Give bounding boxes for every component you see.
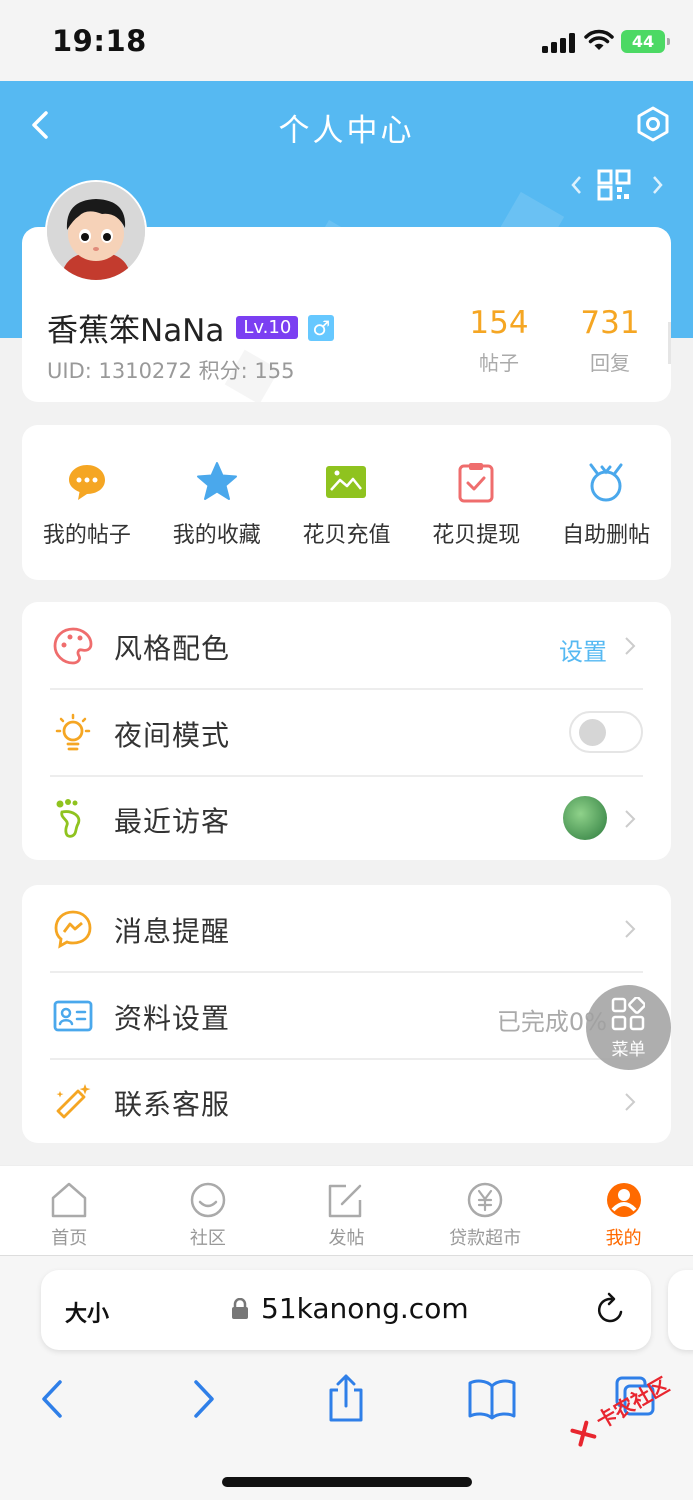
withdraw-label: 花贝提现 bbox=[432, 523, 521, 548]
posts-stat[interactable]: 154 帖子 bbox=[454, 305, 544, 376]
visitor-avatar[interactable] bbox=[563, 796, 607, 840]
alarm-icon bbox=[589, 463, 623, 502]
night-mode-toggle[interactable] bbox=[569, 711, 643, 753]
wifi-icon bbox=[584, 29, 614, 50]
uid-points: UID: 1310272 积分: 155 bbox=[47, 359, 295, 383]
magic-wand-icon bbox=[56, 1084, 91, 1119]
tab-home[interactable]: 首页 bbox=[0, 1166, 139, 1255]
replies-stat[interactable]: 731 回复 bbox=[565, 305, 655, 376]
tab-community-label: 社区 bbox=[189, 1228, 226, 1249]
bottom-tab-bar: 首页 社区 发帖 贷款超市 我的 bbox=[0, 1165, 693, 1255]
posts-label: 帖子 bbox=[479, 351, 519, 375]
tab-community[interactable]: 社区 bbox=[139, 1166, 278, 1255]
lock-icon bbox=[232, 1298, 248, 1319]
star-icon bbox=[196, 462, 237, 500]
status-bar: 19:18 44 bbox=[0, 0, 693, 81]
settings-icon[interactable] bbox=[634, 105, 672, 143]
tab-mine-label: 我的 bbox=[605, 1228, 642, 1249]
tab-post-label: 发帖 bbox=[328, 1228, 365, 1249]
messenger-icon bbox=[54, 910, 92, 949]
withdraw-button[interactable]: 花贝提现 bbox=[411, 425, 541, 580]
chevron-right-icon bbox=[625, 637, 636, 655]
user-icon bbox=[606, 1183, 641, 1217]
home-indicator bbox=[222, 1477, 472, 1487]
url-text: 51kanong.com bbox=[261, 1292, 469, 1325]
qr-code-icon[interactable] bbox=[568, 167, 668, 203]
recharge-label: 花贝充值 bbox=[302, 523, 391, 548]
my-posts-label: 我的帖子 bbox=[42, 523, 131, 548]
share-icon[interactable] bbox=[316, 1374, 376, 1424]
floating-menu-button[interactable]: 菜单 bbox=[586, 985, 671, 1070]
quick-actions: 我的帖子 我的收藏 花贝充值 花贝提现 自助删帖 bbox=[22, 425, 671, 580]
chat-bubble-icon bbox=[68, 465, 105, 500]
chevron-right-icon bbox=[625, 1093, 636, 1111]
text-size-button[interactable]: 大小 bbox=[65, 1296, 109, 1328]
my-posts-button[interactable]: 我的帖子 bbox=[22, 425, 152, 580]
edit-icon bbox=[329, 1184, 362, 1218]
replies-count: 731 bbox=[580, 305, 640, 341]
reload-icon[interactable] bbox=[595, 1292, 627, 1326]
profile-settings-row[interactable]: 资料设置 已完成0% bbox=[22, 972, 671, 1058]
signal-icon bbox=[542, 33, 576, 53]
floating-menu-label: 菜单 bbox=[611, 1040, 646, 1060]
forward-icon[interactable] bbox=[172, 1374, 232, 1424]
night-mode-label: 夜间模式 bbox=[114, 719, 231, 752]
tab-home-label: 首页 bbox=[51, 1228, 88, 1249]
id-card-icon bbox=[53, 1000, 93, 1032]
avatar-image bbox=[47, 182, 145, 280]
smile-chat-icon bbox=[190, 1182, 226, 1218]
tab-mine[interactable]: 我的 bbox=[554, 1166, 693, 1255]
clipboard-check-icon bbox=[458, 463, 494, 503]
contact-service-label: 联系客服 bbox=[114, 1088, 231, 1121]
next-tab-peek[interactable] bbox=[668, 1270, 693, 1350]
tab-loan-market[interactable]: 贷款超市 bbox=[416, 1166, 555, 1255]
palette-icon bbox=[53, 627, 93, 665]
message-alerts-label: 消息提醒 bbox=[114, 915, 231, 948]
chevron-right-icon bbox=[625, 810, 636, 828]
my-favorites-label: 我的收藏 bbox=[172, 523, 261, 548]
night-mode-row: 夜间模式 bbox=[22, 689, 671, 775]
gender-male-icon: ♂ bbox=[308, 314, 335, 341]
self-delete-label: 自助删帖 bbox=[562, 523, 651, 548]
username: 香蕉笨NaNa bbox=[47, 313, 225, 349]
settings-group-1: 风格配色 设置 夜间模式 最近访客 bbox=[22, 602, 671, 860]
settings-group-2: 消息提醒 资料设置 已完成0% 联系客服 bbox=[22, 885, 671, 1143]
image-icon bbox=[326, 466, 367, 498]
style-color-label: 风格配色 bbox=[114, 632, 231, 665]
address-bar[interactable]: 大小 51kanong.com bbox=[41, 1270, 651, 1350]
status-time: 19:18 bbox=[52, 24, 147, 58]
style-color-value: 设置 bbox=[559, 638, 607, 666]
replies-label: 回复 bbox=[590, 351, 630, 375]
contact-service-row[interactable]: 联系客服 bbox=[22, 1058, 671, 1144]
back-icon[interactable] bbox=[24, 1374, 84, 1424]
tab-post[interactable]: 发帖 bbox=[277, 1166, 416, 1255]
posts-count: 154 bbox=[469, 305, 529, 341]
home-icon bbox=[52, 1182, 87, 1218]
avatar[interactable] bbox=[45, 180, 147, 282]
bookmarks-icon[interactable] bbox=[462, 1374, 522, 1424]
yen-icon bbox=[467, 1182, 503, 1218]
recharge-button[interactable]: 花贝充值 bbox=[282, 425, 412, 580]
scroll-edge bbox=[668, 322, 671, 364]
bulb-icon bbox=[55, 713, 91, 751]
self-delete-button[interactable]: 自助删帖 bbox=[541, 425, 671, 580]
profile-settings-label: 资料设置 bbox=[114, 1002, 231, 1035]
message-alerts-row[interactable]: 消息提醒 bbox=[22, 885, 671, 971]
footprint-icon bbox=[56, 799, 81, 838]
style-color-row[interactable]: 风格配色 设置 bbox=[22, 602, 671, 688]
recent-visitors-row[interactable]: 最近访客 bbox=[22, 775, 671, 861]
grid-menu-icon bbox=[611, 997, 645, 1031]
chevron-right-icon bbox=[625, 920, 636, 938]
level-badge: Lv.10 bbox=[236, 316, 299, 339]
battery-icon: 44 bbox=[621, 30, 670, 53]
my-favorites-button[interactable]: 我的收藏 bbox=[152, 425, 282, 580]
tab-loan-market-label: 贷款超市 bbox=[449, 1228, 522, 1249]
recent-visitors-label: 最近访客 bbox=[114, 805, 231, 838]
page-title: 个人中心 bbox=[278, 113, 415, 149]
